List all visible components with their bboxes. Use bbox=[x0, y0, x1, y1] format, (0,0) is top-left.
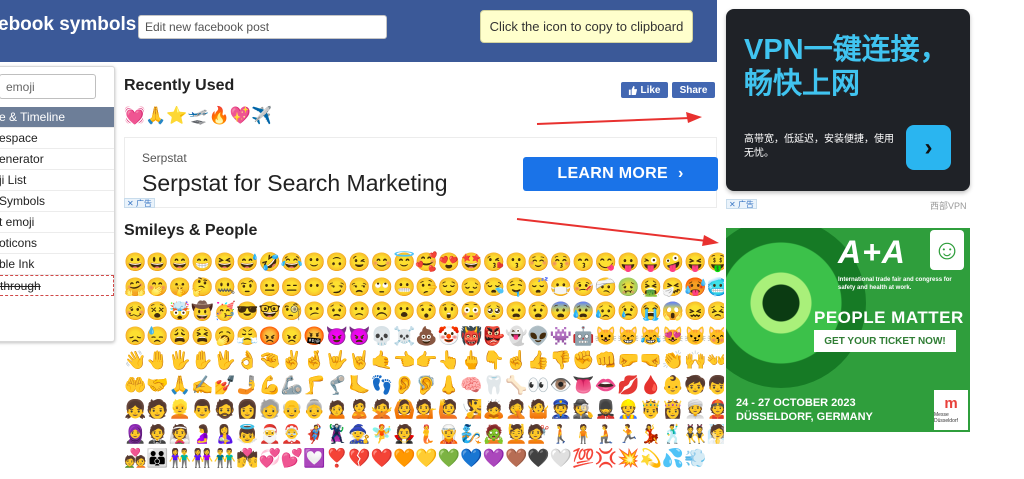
trade-fair-ad[interactable]: A+A ☺ International trade fair and congr… bbox=[726, 228, 970, 432]
vpn-ad-source: 西部VPN bbox=[930, 201, 967, 211]
chevron-right-icon: › bbox=[924, 133, 933, 161]
close-icon: ✕ bbox=[729, 199, 738, 209]
vpn-ad[interactable]: VPN一键连接，畅快上网 高带宽，低延迟，安装便捷，使用无忧。 › bbox=[726, 9, 970, 191]
aa-headline: PEOPLE MATTER bbox=[814, 308, 964, 327]
page: ebook symbols Click the icon to copy to … bbox=[0, 0, 1024, 479]
arrow-to-trade-fair-ad bbox=[516, 218, 719, 246]
arrow-to-vpn-ad bbox=[536, 112, 702, 125]
ad-label: 广告 bbox=[737, 199, 754, 209]
messe-mark-icon: m bbox=[944, 395, 958, 412]
aa-dates-line2: DÜSSELDORF, GERMANY bbox=[736, 411, 873, 423]
aa-tagline: International trade fair and congress fo… bbox=[838, 277, 952, 291]
vpn-ad-choices-badge[interactable]: ✕ 广告 bbox=[726, 199, 757, 209]
messe-label: Messe Düsseldorf bbox=[934, 412, 958, 424]
vpn-ad-button[interactable]: › bbox=[906, 125, 951, 170]
person-icon: ☺ bbox=[930, 230, 964, 270]
aa-dates-line1: 24 - 27 OCTOBER 2023 bbox=[736, 397, 856, 409]
messe-duesseldorf-logo: m Messe Düsseldorf bbox=[934, 390, 968, 430]
get-ticket-button[interactable]: GET YOUR TICKET NOW! bbox=[814, 330, 956, 352]
vpn-ad-subtitle: 高带宽，低延迟，安装便捷，使用无忧。 bbox=[744, 134, 894, 159]
vpn-ad-title: VPN一键连接，畅快上网 bbox=[744, 34, 949, 100]
aa-dates: 24 - 27 OCTOBER 2023 DÜSSELDORF, GERMANY bbox=[736, 396, 873, 424]
